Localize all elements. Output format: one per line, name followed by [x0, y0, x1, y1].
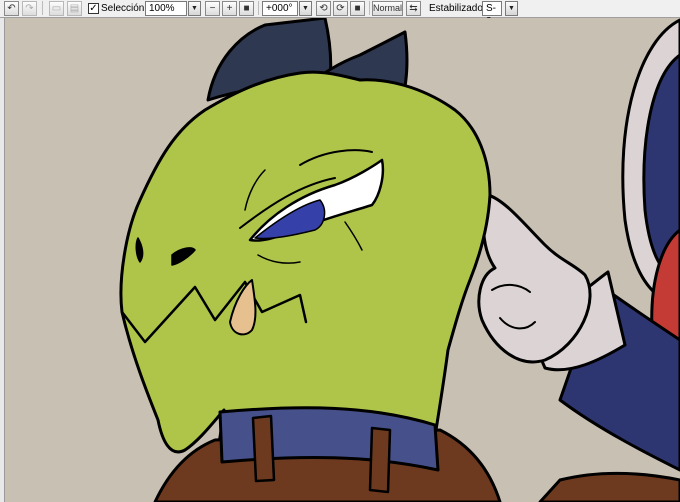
- glove-hand: [477, 193, 592, 364]
- deselect-button[interactable]: ▭: [49, 1, 64, 16]
- toolbar-separator: [42, 1, 43, 15]
- minus-icon: −: [209, 2, 216, 14]
- deselect-icon: ▭: [51, 2, 62, 14]
- stabilizer-field[interactable]: S-2: [482, 1, 502, 27]
- toolbar-separator: [369, 1, 370, 15]
- rotate-right-button[interactable]: ⟳: [333, 1, 348, 16]
- plus-icon: +: [226, 2, 233, 14]
- square-icon: ■: [243, 2, 250, 14]
- blend-mode-button[interactable]: Normal: [372, 1, 403, 16]
- drawing-canvas[interactable]: [0, 18, 680, 502]
- zoom-in-button[interactable]: +: [222, 1, 237, 16]
- toolbar-separator: [258, 1, 259, 15]
- stabilizer-dropdown-button[interactable]: ▼: [505, 1, 518, 16]
- rotation-dropdown-button[interactable]: ▼: [299, 1, 312, 16]
- collar-right-piece: [538, 471, 680, 502]
- zoom-field[interactable]: 100%: [145, 1, 187, 16]
- rotate-left-icon: ⟲: [319, 2, 328, 14]
- flip-horizontal-button[interactable]: ⇆: [406, 1, 421, 16]
- stabilizer-label: Estabilizador: [429, 3, 487, 14]
- rotate-right-icon: ⟳: [336, 2, 345, 14]
- rotation-field[interactable]: +000°: [262, 1, 298, 16]
- flip-horizontal-icon: ⇆: [409, 2, 418, 14]
- selection-fill-icon: ▤: [69, 2, 80, 14]
- selection-label: Selección: [101, 3, 145, 14]
- chevron-down-icon: ▼: [508, 5, 515, 12]
- selection-fill-button[interactable]: ▤: [67, 1, 82, 16]
- redo-button[interactable]: ↷: [22, 1, 37, 16]
- undo-icon: ↶: [7, 2, 16, 14]
- zoom-out-button[interactable]: −: [205, 1, 220, 16]
- zoom-reset-button[interactable]: ■: [239, 1, 254, 16]
- toolbar: ↶ ↷ ▭ ▤ ✓ Selección 100% ▼ − + ■ +000° ▼…: [0, 0, 680, 27]
- rotation-reset-button[interactable]: ■: [350, 1, 365, 16]
- chevron-down-icon: ▼: [302, 5, 309, 12]
- redo-icon: ↷: [25, 2, 34, 14]
- collar-buckle-left: [251, 414, 276, 483]
- chevron-down-icon: ▼: [191, 5, 198, 12]
- rotate-left-button[interactable]: ⟲: [316, 1, 331, 16]
- collar-buckle-right: [368, 426, 392, 494]
- square-icon: ■: [354, 2, 361, 14]
- zoom-dropdown-button[interactable]: ▼: [188, 1, 201, 16]
- undo-button[interactable]: ↶: [4, 1, 19, 16]
- character-artwork: [119, 18, 680, 502]
- selection-checkbox[interactable]: ✓: [88, 3, 99, 14]
